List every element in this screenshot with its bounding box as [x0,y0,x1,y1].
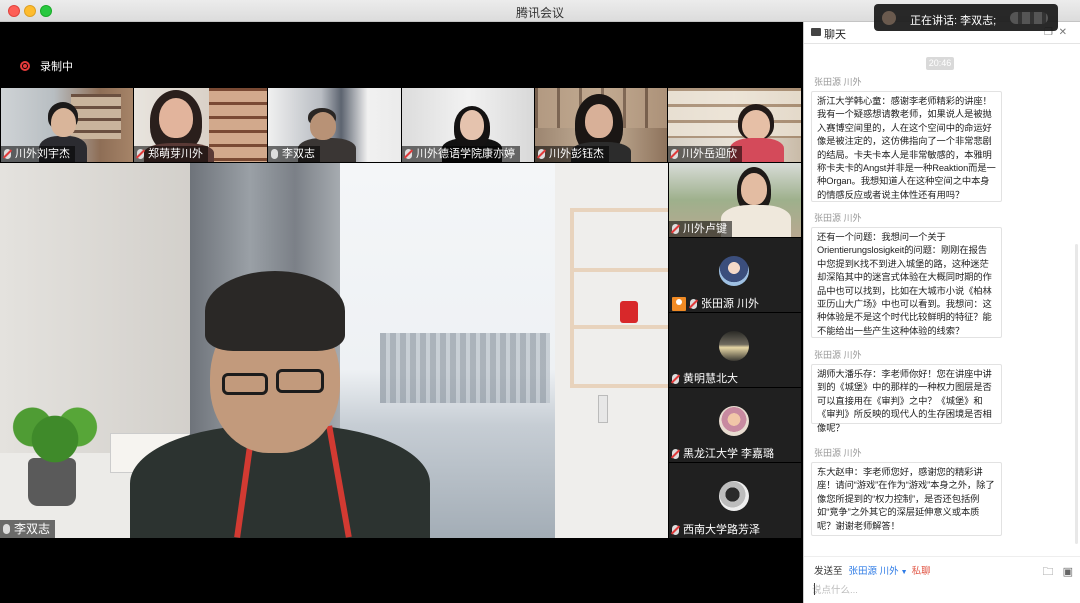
participant-name-tag: 川外彭钰杰 [535,146,609,162]
screenshot-icon[interactable]: ▣ [1063,566,1073,578]
speaking-indicator: 正在讲话: 李双志; [874,4,1058,31]
speaking-label: 正在讲话: 李双志; [910,15,997,27]
message-sender: 张田源 川外 [814,448,862,458]
text-caret [814,583,815,595]
main-speaker-name-tag: 李双志 [0,520,56,538]
participant-thumbnail[interactable]: 川外刘宇杰 [1,88,133,162]
mic-muted-icon [672,374,679,384]
speaker-avatar [882,11,896,25]
participant-name-tag: 郑萌芽川外 [134,146,208,162]
participant-tile[interactable]: 黄明慧北大 [669,313,801,387]
participant-thumbnail[interactable]: 郑萌芽川外 [134,88,267,162]
chat-scrollbar[interactable] [1075,244,1078,544]
message-sender: 张田源 川外 [814,77,862,87]
message-sender: 张田源 川外 [814,350,862,360]
participant-tile[interactable]: 黑龙江大学 李嘉璐 [669,388,801,462]
mic-icon [271,149,278,159]
participant-name-tag: 黄明慧北大 [669,371,743,387]
chat-panel: 聊天 ❐ ✕ 20:46 张田源 川外 浙江大学韩心童：感谢李老师精彩的讲座！我… [803,22,1080,603]
main-speaker-video[interactable]: 李双志 [0,163,668,538]
participant-name-tag: 张田源 川外 [669,296,764,312]
mic-muted-icon [672,449,679,459]
participant-tile[interactable]: 川外卢键 [669,163,801,237]
recording-label: 录制中 [40,61,73,73]
participant-thumbnail[interactable]: 川外德语学院康亦婷 [402,88,534,162]
chat-footer: 发送至 张田源 川外 ▼ 私聊 🗀 ▣ [804,556,1080,603]
speaker-thumbnails-icon [1010,12,1048,24]
close-icon[interactable]: ✕ [1059,27,1067,38]
folder-icon[interactable]: 🗀 [1043,566,1054,578]
participant-avatar [719,256,749,286]
chat-message: 还有一个问题：我想问一个关于Orientierungslosigkeit的问题：… [811,227,1002,338]
private-chat-label[interactable]: 私聊 [912,566,931,577]
send-to-row: 发送至 张田源 川外 ▼ 私聊 [814,563,931,577]
mic-muted-icon [671,149,678,159]
participant-name-tag: 川外岳迎欣 [668,146,742,162]
chat-bubble-icon [811,28,821,36]
mic-muted-icon [672,525,679,535]
participant-name-tag: 李双志 [268,146,320,162]
chat-message: 湖师大潘乐存：李老师你好！您在讲座中讲到的《城堡》中的那样的一种权力图层是否可以… [811,364,1002,433]
mic-muted-icon [4,149,11,159]
participant-name-tag: 西南大学路芳泽 [669,522,765,538]
mic-muted-icon [405,149,412,159]
footer-toolbar: 🗀 ▣ [1043,563,1073,582]
chevron-down-icon[interactable]: ▼ [901,569,908,576]
message-time: 20:46 [926,57,954,70]
chat-title: 聊天 [824,29,846,41]
participant-avatar [719,406,749,436]
participant-name-tag: 川外刘宇杰 [1,146,75,162]
mic-icon [3,524,10,534]
mic-muted-icon [137,149,144,159]
participant-thumbnail[interactable]: 川外彭钰杰 [535,88,667,162]
participant-avatar [719,481,749,511]
record-icon [20,61,30,71]
participant-avatar [719,331,749,361]
participant-tile[interactable]: 张田源 川外 [669,238,801,312]
chat-input[interactable] [812,581,1062,599]
meeting-window: 腾讯会议 正在讲话: 李双志; 录制中 川外刘宇杰 郑萌芽川外 李双志 川外德语… [0,0,1080,603]
mic-muted-icon [690,299,697,309]
chat-message-list[interactable]: 20:46 张田源 川外 浙江大学韩心童：感谢李老师精彩的讲座！我有一个疑惑想请… [804,44,1080,556]
participant-thumbnail[interactable]: 李双志 [268,88,401,162]
chat-message: 东大赵申：李老师您好，感谢您的精彩讲座！请问“游戏”在作为“游戏”本身之外，除了… [811,462,1002,536]
participant-name-tag: 川外德语学院康亦婷 [402,146,520,162]
recording-indicator[interactable]: 录制中 [20,58,73,74]
participant-name-tag: 黑龙江大学 李嘉璐 [669,446,779,462]
participant-name-tag: 川外卢键 [669,221,732,237]
message-sender: 张田源 川外 [814,213,862,223]
mic-muted-icon [672,224,679,234]
send-to-label: 发送至 [814,566,843,577]
participant-tile[interactable]: 西南大学路芳泽 [669,463,801,538]
chat-message: 浙江大学韩心童：感谢李老师精彩的讲座！我有一个疑惑想请教老师，如果说人是被抛入赛… [811,91,1002,202]
host-icon [672,297,686,311]
video-area: 录制中 川外刘宇杰 郑萌芽川外 李双志 川外德语学院康亦婷 川外彭钰杰 川外岳迎… [0,22,803,603]
participant-thumbnail[interactable]: 川外岳迎欣 [668,88,801,162]
mic-muted-icon [538,149,545,159]
recipient-select[interactable]: 张田源 川外 [849,566,899,577]
